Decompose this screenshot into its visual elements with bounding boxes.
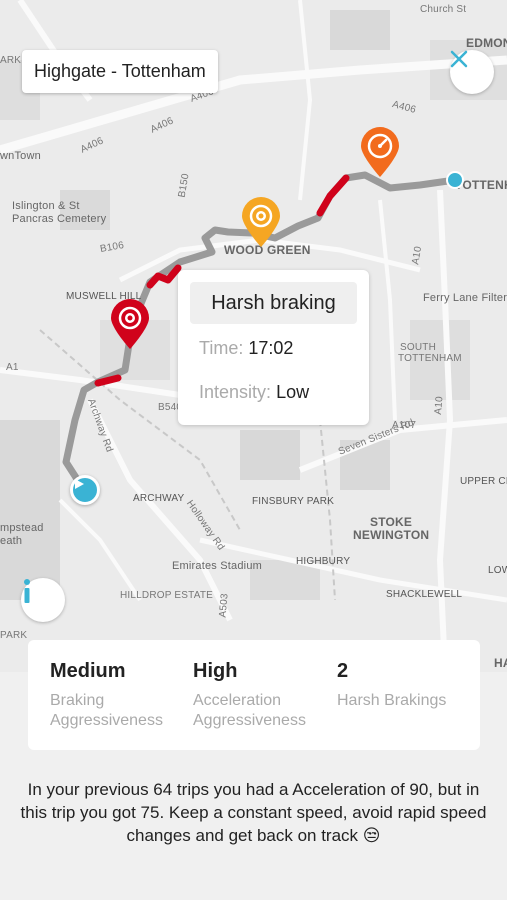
map-label: eath: [0, 535, 23, 547]
map-label: Pancras Cemetery: [12, 213, 107, 225]
popup-time-value: 17:02: [248, 338, 294, 358]
popup-intensity-label: Intensity:: [199, 382, 272, 402]
map-label: ARCHWAY: [133, 493, 185, 504]
map-label: mpstead: [0, 522, 44, 534]
play-icon: [75, 479, 84, 489]
stat-braking: Medium Braking Aggressiveness: [50, 660, 180, 731]
map-label: UPPER CLA: [460, 476, 507, 487]
speedometer-marker-icon: [361, 127, 399, 177]
map-label: SHACKLEWELL: [386, 589, 463, 600]
map-label: STOKE: [370, 515, 413, 529]
close-icon: [450, 50, 468, 68]
popup-intensity-value: Low: [276, 382, 310, 402]
map-label: wnTown: [0, 150, 41, 162]
speed-marker[interactable]: [359, 126, 401, 178]
end-marker[interactable]: [446, 171, 464, 189]
braking-marker-icon: [111, 299, 149, 349]
map-label: NEWINGTON: [353, 528, 430, 542]
close-button[interactable]: [450, 50, 494, 94]
popup-title: Harsh braking: [190, 282, 357, 324]
feedback-message: In your previous 64 trips you had a Acce…: [20, 780, 487, 845]
stat-acceleration: High Acceleration Aggressiveness: [193, 660, 323, 731]
stat-value: Medium: [50, 660, 126, 682]
map-label: A10: [432, 395, 446, 416]
start-marker[interactable]: [70, 475, 100, 505]
stat-harsh-brakings: 2 Harsh Brakings: [337, 660, 477, 711]
map-label: HIGHBURY: [296, 556, 351, 567]
popup-time-label: Time:: [199, 338, 244, 358]
map-label: Emirates Stadium: [172, 560, 263, 572]
map-label: Church St: [420, 4, 467, 15]
map-label: FINSBURY PARK: [252, 496, 335, 507]
map-label: ARK: [0, 55, 22, 66]
map-label: A503: [217, 592, 231, 619]
map-label: Ferry Lane Filter: [423, 292, 507, 304]
acceleration-marker[interactable]: [240, 196, 282, 248]
popup-time-row: Time: 17:02: [199, 338, 293, 359]
info-icon: [24, 579, 30, 603]
map-label: HILLDROP ESTATE: [120, 590, 214, 601]
map-label: A1: [6, 362, 19, 373]
acceleration-marker-icon: [242, 197, 280, 247]
braking-marker[interactable]: [109, 298, 151, 350]
stat-label: Harsh Brakings: [337, 692, 447, 709]
map-label: PARK: [0, 630, 28, 641]
map-label: HA: [494, 656, 507, 670]
map-label: Islington & St: [12, 200, 80, 212]
event-popup: Harsh braking Time: 17:02 Intensity: Low: [178, 270, 369, 425]
stats-card: Medium Braking Aggressiveness High Accel…: [28, 640, 480, 750]
map[interactable]: Church St EDMON wnTown Islington & St Pa…: [0, 0, 507, 672]
map-label: EDMON: [466, 36, 507, 50]
stat-value: 2: [337, 660, 349, 682]
stat-label: Acceleration Aggressiveness: [193, 692, 306, 729]
trip-title: Highgate - Tottenham: [22, 50, 218, 93]
info-button[interactable]: [21, 578, 65, 622]
stat-label: Braking Aggressiveness: [50, 692, 163, 729]
map-label: TOTTENHAM: [398, 353, 462, 364]
stat-value: High: [193, 660, 238, 682]
map-label: SOUTH: [400, 342, 436, 353]
map-label: LOW: [488, 565, 507, 576]
popup-intensity-row: Intensity: Low: [199, 382, 309, 403]
